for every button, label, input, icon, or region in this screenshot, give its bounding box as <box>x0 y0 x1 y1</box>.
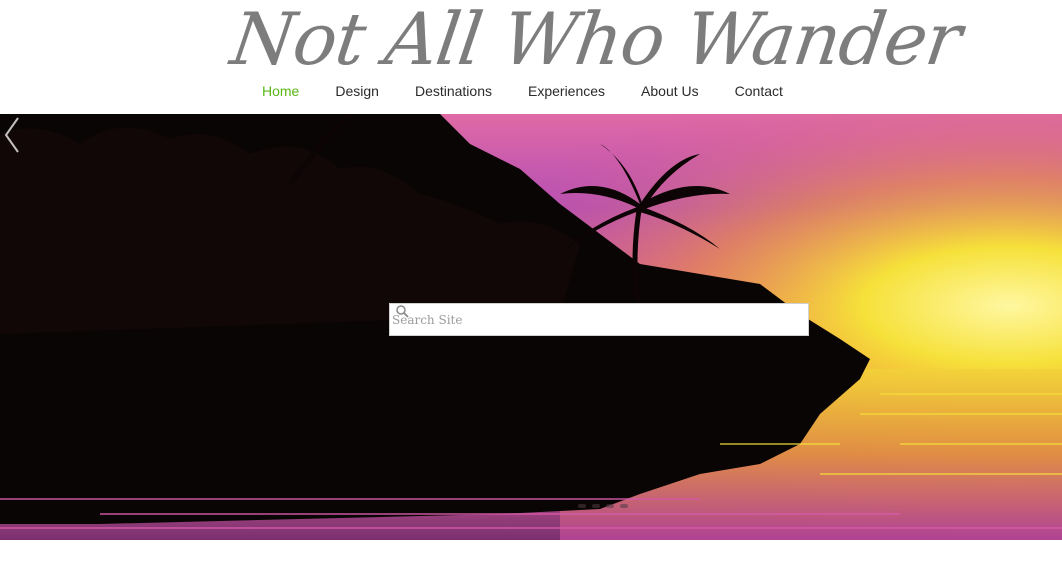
slide-dot[interactable] <box>606 504 614 508</box>
search-input[interactable] <box>390 306 808 333</box>
site-logo[interactable]: Not All Who Wander <box>226 0 966 84</box>
slide-dot[interactable] <box>620 504 628 508</box>
nav-item-experiences[interactable]: Experiences <box>510 80 623 104</box>
slide-indicators <box>578 504 628 508</box>
page-below-hero <box>0 540 1062 561</box>
nav-item-destinations[interactable]: Destinations <box>397 80 510 104</box>
chevron-left-icon[interactable] <box>0 114 24 156</box>
nav-item-home[interactable]: Home <box>244 80 317 104</box>
main-nav: Home Design Destinations Experiences Abo… <box>244 80 801 104</box>
search-icon <box>396 305 409 318</box>
nav-item-contact[interactable]: Contact <box>717 80 801 104</box>
site-header: Not All Who Wander Home Design Destinati… <box>0 0 1062 114</box>
hero-slideshow <box>0 114 1062 540</box>
nav-item-design[interactable]: Design <box>317 80 397 104</box>
slide-dot[interactable] <box>578 504 586 508</box>
search-box[interactable] <box>389 303 809 336</box>
slide-dot[interactable] <box>592 504 600 508</box>
nav-item-about-us[interactable]: About Us <box>623 80 717 104</box>
